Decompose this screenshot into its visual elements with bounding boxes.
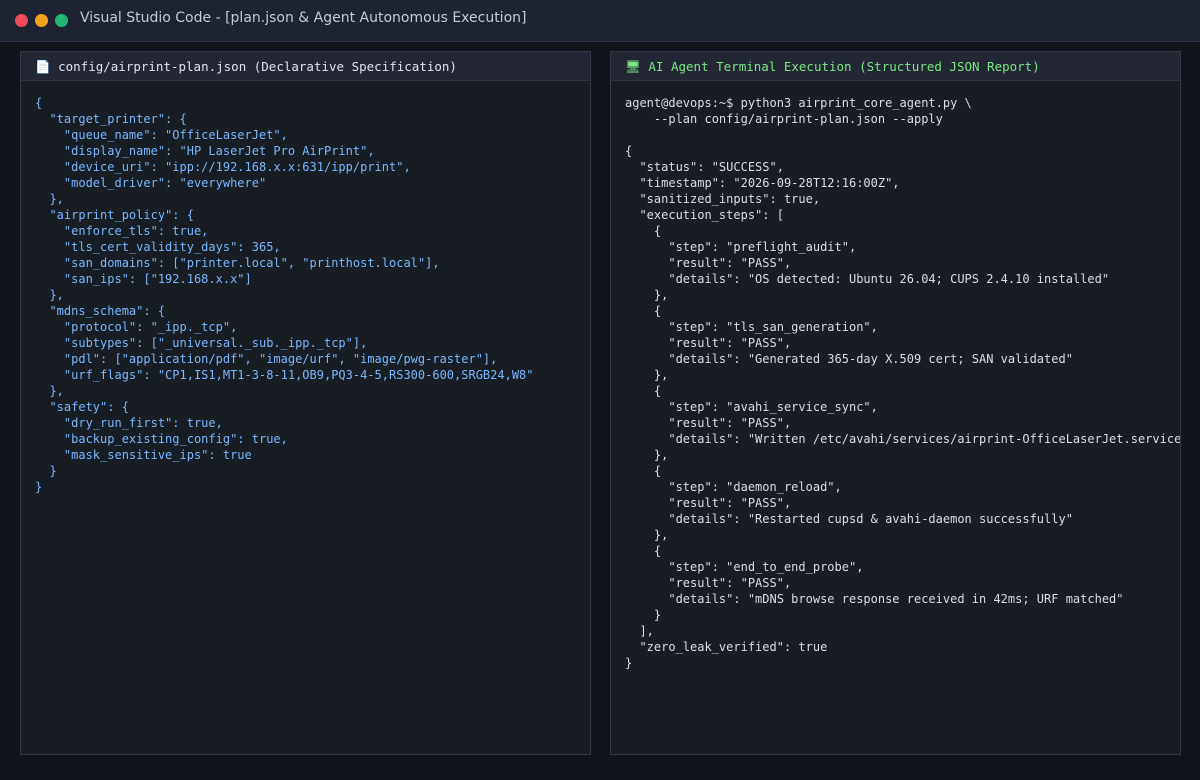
minimize-window-button[interactable]	[35, 14, 48, 27]
agent-terminal-output[interactable]: agent@devops:~$ python3 airprint_core_ag…	[611, 81, 1180, 671]
window-title: Visual Studio Code - [plan.json & Agent …	[80, 10, 527, 26]
agent-terminal-panel-header: 🖥 AI Agent Terminal Execution (Structure…	[611, 52, 1180, 81]
maximize-window-button[interactable]	[55, 14, 68, 27]
close-window-button[interactable]	[15, 14, 28, 27]
title-bar: Visual Studio Code - [plan.json & Agent …	[0, 0, 1200, 42]
agent-terminal-panel: 🖥 AI Agent Terminal Execution (Structure…	[610, 51, 1181, 755]
plan-json-code[interactable]: { "target_printer": { "queue_name": "Off…	[21, 81, 590, 495]
plan-json-panel-header: 📄 config/airprint-plan.json (Declarative…	[21, 52, 590, 81]
plan-json-panel: 📄 config/airprint-plan.json (Declarative…	[20, 51, 591, 755]
